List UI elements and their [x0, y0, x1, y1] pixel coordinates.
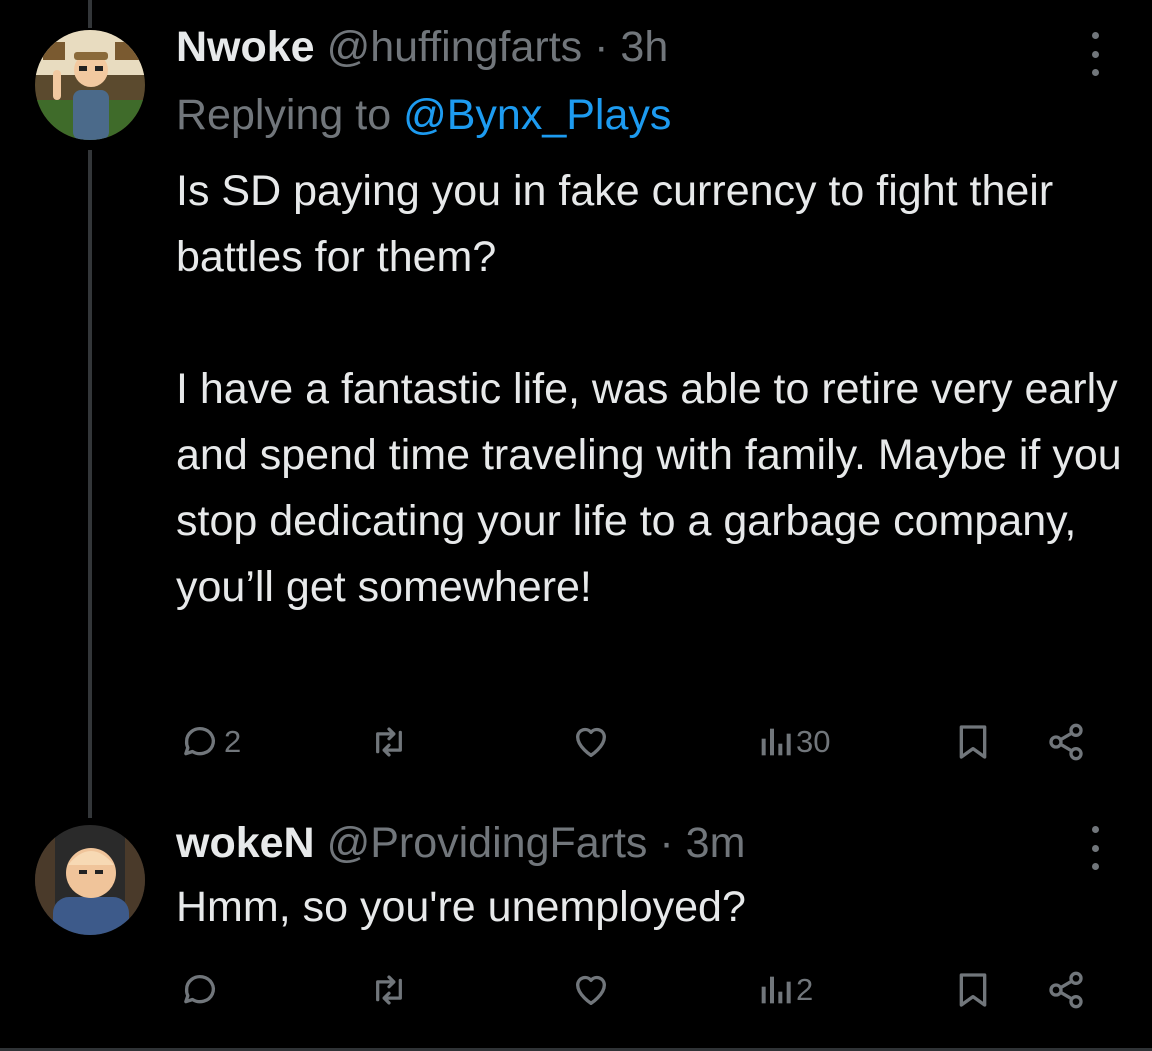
handle[interactable]: @ProvidingFarts — [327, 819, 648, 867]
thread-connector — [88, 150, 92, 818]
tweet-paragraph: Hmm, so you're unemployed? — [176, 883, 746, 931]
views-button[interactable]: 30 — [758, 722, 830, 762]
display-name[interactable]: wokeN — [176, 819, 315, 867]
avatar[interactable] — [35, 30, 145, 140]
views-count: 2 — [796, 972, 814, 1007]
tweet-header: wokeN @ProvidingFarts · 3m — [176, 818, 745, 868]
tweet-paragraph: Is SD paying you in fake currency to fig… — [176, 167, 1054, 281]
share-nodes-icon — [1049, 971, 1083, 1009]
tweet-paragraph: I have a fantastic life, was able to ret… — [176, 365, 1122, 611]
separator: · — [659, 819, 674, 867]
heart-outline-icon — [576, 727, 606, 757]
handle[interactable]: @huffingfarts — [327, 23, 583, 71]
heart-outline-icon — [576, 975, 606, 1005]
views-count: 30 — [796, 724, 831, 759]
retweet-arrows-icon — [376, 727, 402, 757]
share-button[interactable] — [1046, 970, 1086, 1010]
tweet-header: Nwoke @huffingfarts · 3h — [176, 22, 668, 72]
bar-chart-icon — [761, 728, 791, 756]
more-options-button[interactable] — [1087, 826, 1103, 870]
bookmark-icon — [959, 973, 987, 1007]
replying-prefix: Replying to — [176, 91, 392, 139]
bar-chart-icon — [761, 976, 791, 1004]
reply-count: 2 — [224, 724, 242, 759]
retweet-button[interactable] — [368, 970, 410, 1010]
bookmark-button[interactable] — [956, 970, 990, 1010]
avatar[interactable] — [35, 825, 145, 935]
thread-connector-top — [88, 0, 92, 28]
timestamp[interactable]: 3h — [620, 23, 668, 71]
bookmark-icon — [959, 725, 987, 759]
share-button[interactable] — [1046, 722, 1086, 762]
speech-bubble-icon — [184, 975, 215, 1004]
retweet-button[interactable] — [368, 722, 410, 762]
like-button[interactable] — [570, 970, 612, 1010]
tweet-text: Is SD paying you in fake currency to fig… — [176, 158, 1126, 620]
replying-handle-link[interactable]: @Bynx_Plays — [403, 91, 671, 139]
vertical-dots-icon — [1091, 32, 1099, 39]
views-button[interactable]: 2 — [758, 970, 813, 1010]
bookmark-button[interactable] — [956, 722, 990, 762]
replying-to: Replying to @Bynx_Plays — [176, 90, 671, 140]
vertical-dots-icon — [1091, 826, 1099, 833]
speech-bubble-icon — [184, 727, 215, 756]
more-options-button[interactable] — [1087, 32, 1103, 76]
like-button[interactable] — [570, 722, 612, 762]
tweet-text: Hmm, so you're unemployed? — [176, 874, 1126, 940]
timestamp[interactable]: 3m — [686, 819, 746, 867]
reply-button[interactable] — [180, 970, 220, 1010]
reply-button[interactable]: 2 — [180, 722, 241, 762]
separator: · — [594, 23, 609, 71]
retweet-arrows-icon — [376, 975, 402, 1005]
display-name[interactable]: Nwoke — [176, 23, 315, 71]
share-nodes-icon — [1049, 723, 1083, 761]
